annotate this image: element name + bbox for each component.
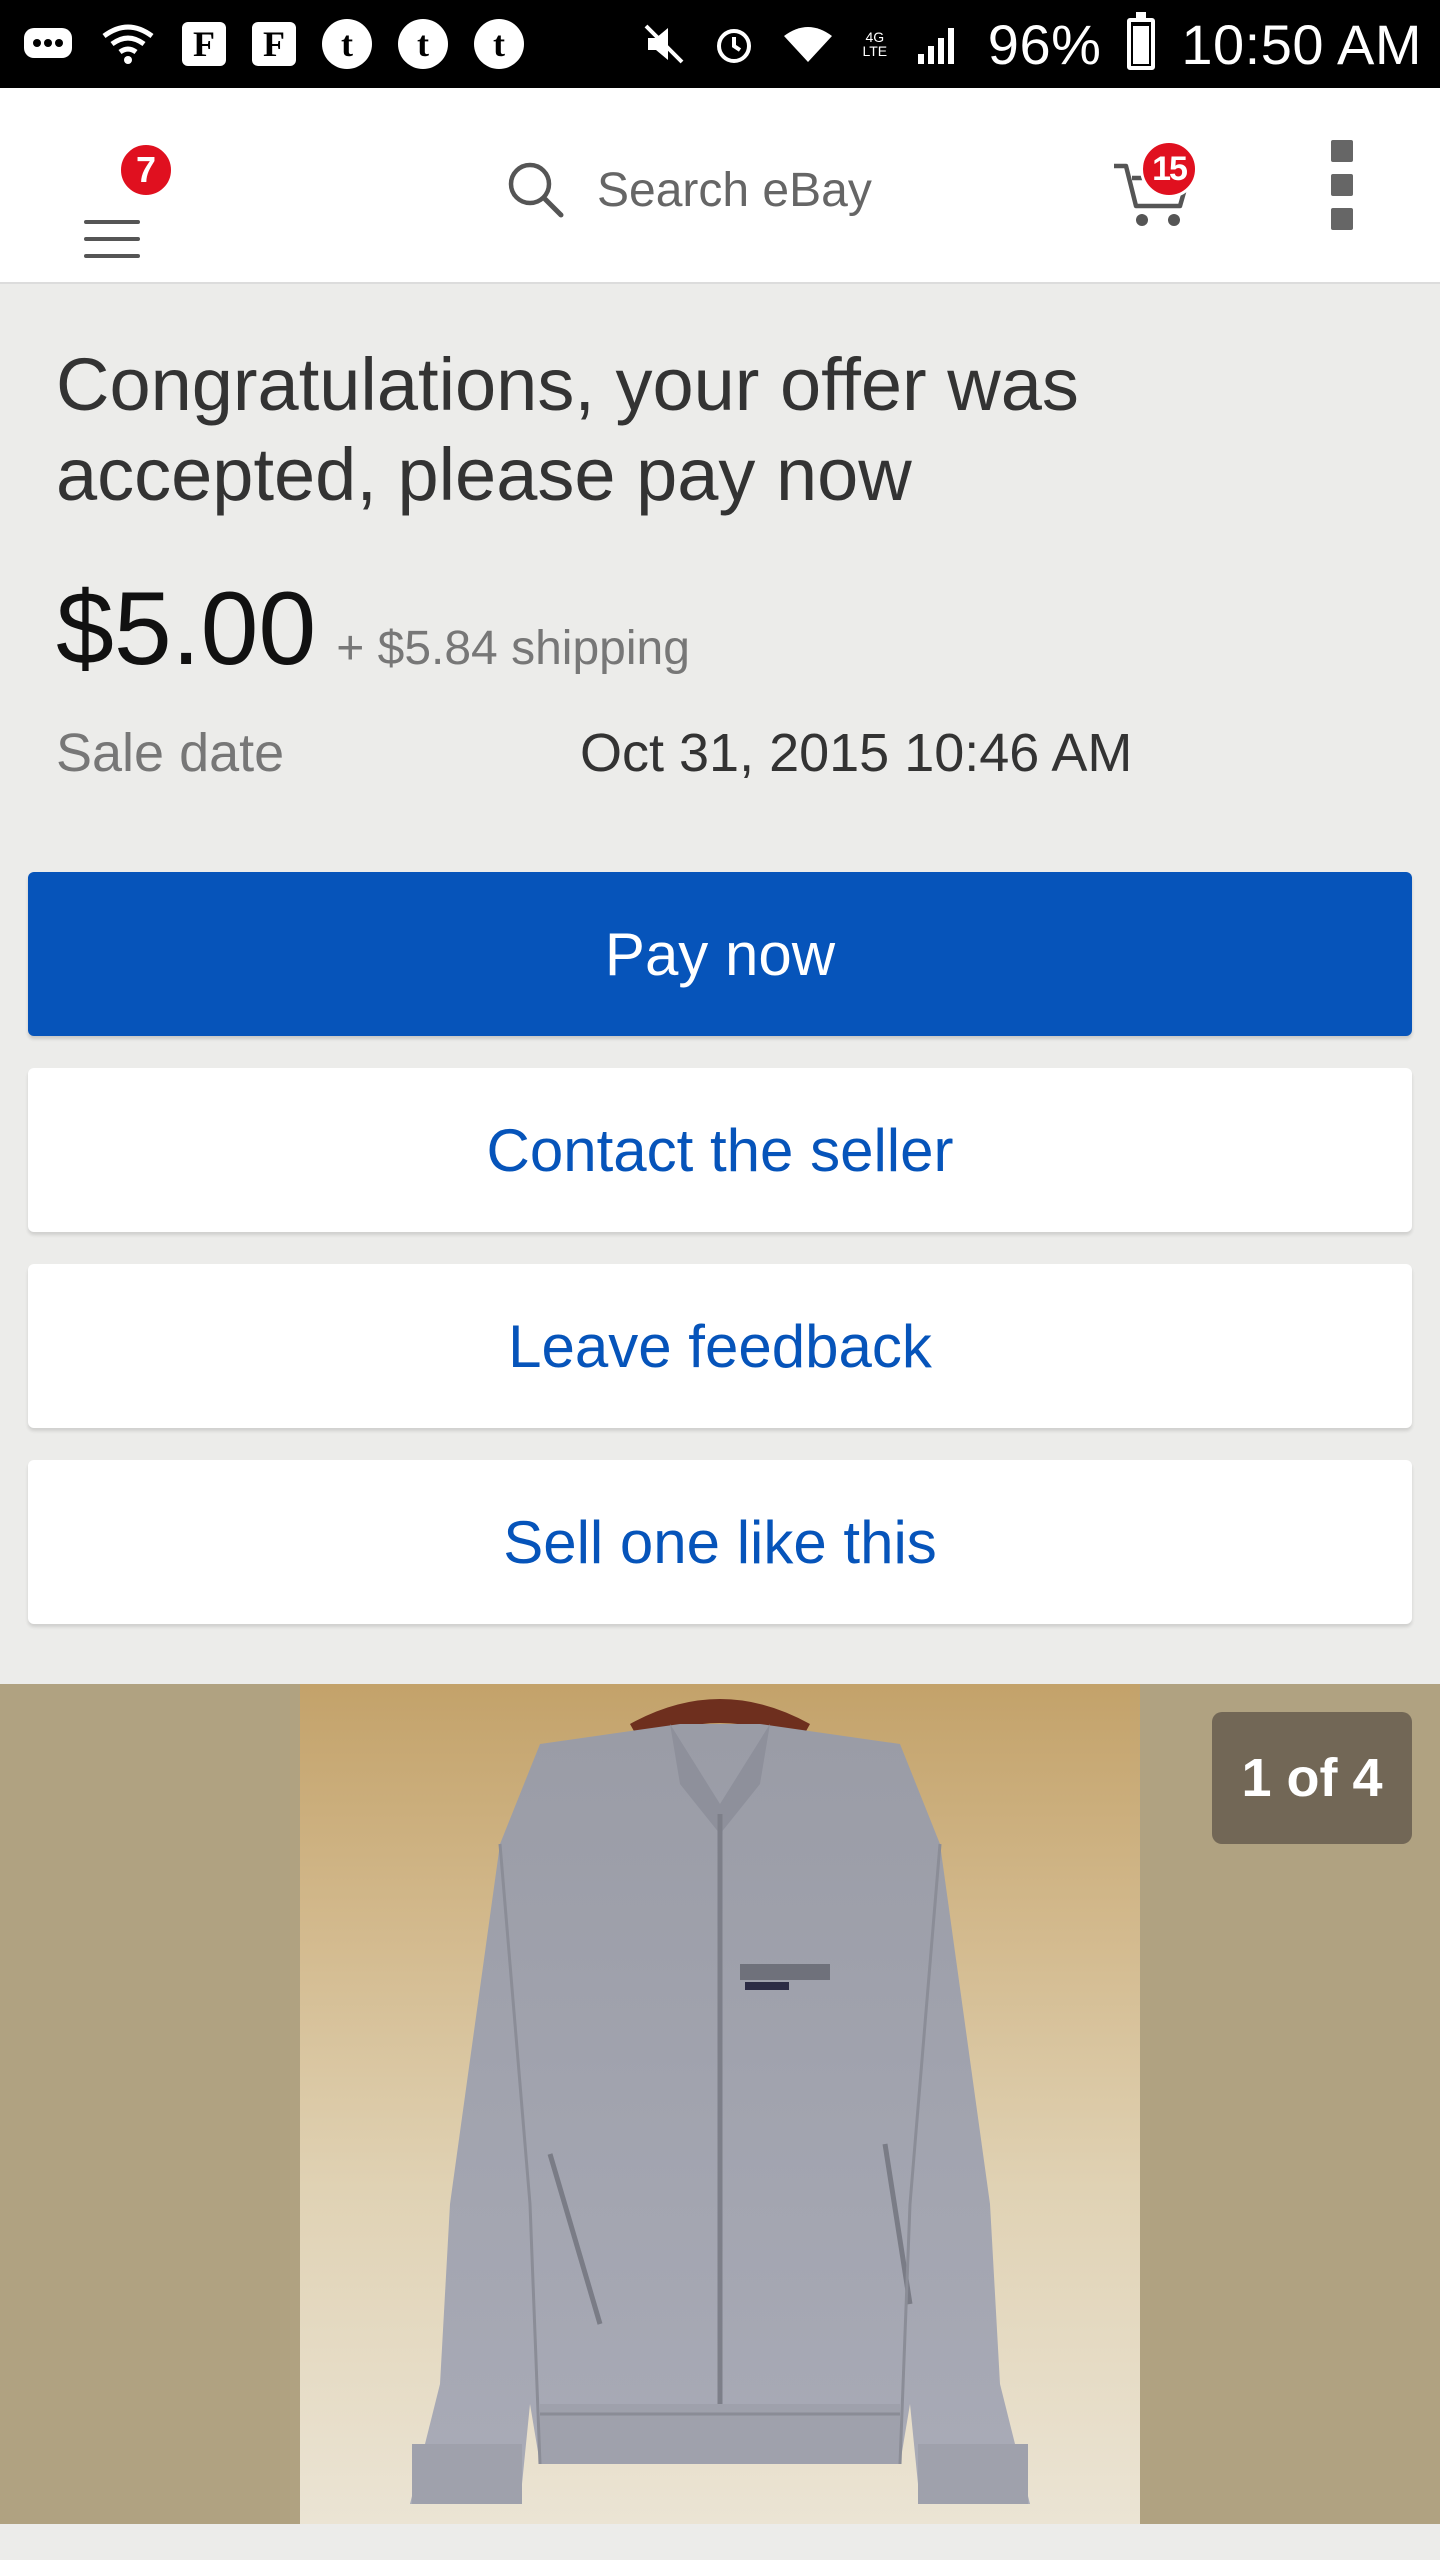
- shipping-cost: + $5.84 shipping: [336, 622, 690, 675]
- hamburger-icon: [84, 220, 140, 271]
- notification-icons: F F t t t: [22, 19, 524, 69]
- system-icons: 4G LTE 96% 10:50 AM: [642, 12, 1422, 77]
- alarm-icon: [712, 22, 756, 66]
- flipboard-icon: F: [182, 22, 226, 66]
- sale-date-label: Sale date: [56, 723, 285, 783]
- sell-one-like-this-button[interactable]: Sell one like this: [28, 1460, 1412, 1624]
- signal-icon: [916, 22, 962, 66]
- search-bar[interactable]: Search eBay: [505, 150, 1025, 230]
- tumblr-icon: t: [474, 19, 524, 69]
- price-row: $5.00 + $5.84 shipping: [56, 570, 690, 689]
- item-photo[interactable]: [300, 1684, 1140, 2524]
- contact-seller-button[interactable]: Contact the seller: [28, 1068, 1412, 1232]
- chat-icon: [22, 22, 74, 66]
- item-image-gallery[interactable]: 1 of 4: [0, 1684, 1440, 2524]
- price: $5.00: [56, 571, 317, 687]
- cart-button[interactable]: 15: [1110, 140, 1210, 240]
- status-bar: F F t t t 4G LTE 96% 10:50 AM: [0, 0, 1440, 88]
- overflow-menu-icon[interactable]: [1320, 140, 1364, 240]
- pay-now-button[interactable]: Pay now: [28, 872, 1412, 1036]
- tumblr-icon: t: [322, 19, 372, 69]
- notification-badge: 7: [118, 142, 174, 198]
- offer-accepted-headline: Congratulations, your offer was accepted…: [56, 343, 1079, 516]
- menu-button[interactable]: 7: [70, 142, 174, 258]
- network-icon: 4G LTE: [862, 29, 888, 59]
- sale-date-row: Sale date Oct 31, 2015 10:46 AM: [56, 722, 1386, 788]
- cart-badge: 15: [1140, 140, 1198, 198]
- image-counter: 1 of 4: [1212, 1712, 1412, 1844]
- mute-icon: [642, 22, 686, 66]
- leave-feedback-button[interactable]: Leave feedback: [28, 1264, 1412, 1428]
- search-input[interactable]: Search eBay: [597, 163, 872, 218]
- app-bar: 7 Search eBay 15: [0, 88, 1440, 284]
- sale-date-value: Oct 31, 2015 10:46 AM: [580, 723, 1133, 783]
- tumblr-icon: t: [398, 19, 448, 69]
- wifi-question-icon: [100, 22, 156, 66]
- clock: 10:50 AM: [1181, 12, 1422, 76]
- flipboard-icon: F: [252, 22, 296, 66]
- search-icon: [508, 162, 564, 218]
- battery-icon: [1127, 12, 1156, 70]
- wifi-icon: [782, 24, 834, 64]
- battery-percent: 96%: [987, 12, 1102, 76]
- jacket-image: [410, 1699, 1030, 2504]
